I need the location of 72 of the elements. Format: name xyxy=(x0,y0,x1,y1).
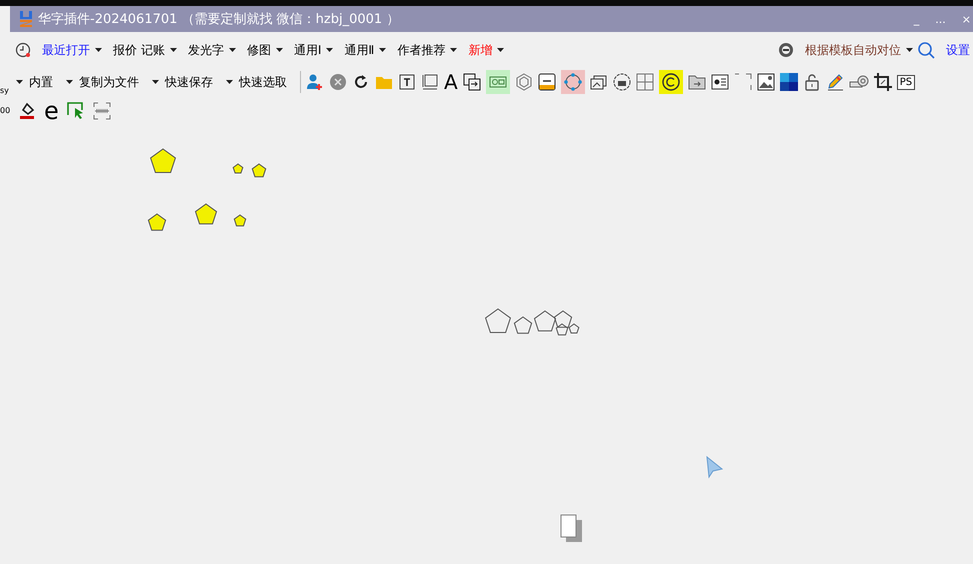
toolbar-dropdown[interactable]: 内置 xyxy=(28,74,61,90)
photoshop-button[interactable]: PS xyxy=(896,74,916,90)
caret-icon[interactable] xyxy=(152,80,159,84)
menu-dropdown[interactable]: 通用Ⅰ xyxy=(286,42,322,58)
copy-arrow-icon[interactable] xyxy=(462,73,481,91)
search-icon[interactable] xyxy=(917,41,935,59)
pentagon-shape xyxy=(234,214,246,226)
close-icon[interactable] xyxy=(329,73,347,91)
frame-toggle-icon[interactable] xyxy=(486,70,510,94)
app-logo-icon xyxy=(20,11,32,27)
browser-button[interactable]: e xyxy=(44,100,59,122)
font-tool[interactable]: A xyxy=(444,72,458,92)
menu-dropdown[interactable]: 报价 记账 xyxy=(106,42,166,58)
fill-color-icon[interactable] xyxy=(18,102,36,120)
pentagon-shape xyxy=(232,163,244,174)
hexagon-icon[interactable] xyxy=(514,73,533,91)
pentagon-outline xyxy=(485,308,511,333)
corner-marks-icon[interactable] xyxy=(734,73,752,91)
menu-dropdown[interactable]: 发光字 xyxy=(180,42,225,58)
pentagon-shape xyxy=(148,213,166,231)
bar-box-icon[interactable] xyxy=(538,73,556,91)
crop-icon[interactable] xyxy=(874,73,892,91)
grid-icon[interactable] xyxy=(636,73,654,91)
caret-icon[interactable] xyxy=(226,80,233,84)
copyright-icon[interactable] xyxy=(658,70,683,94)
refresh-icon[interactable] xyxy=(352,73,370,91)
text-box-icon[interactable] xyxy=(398,73,416,91)
image-icon[interactable] xyxy=(756,73,775,91)
pentagon-outline xyxy=(514,316,532,334)
pentagon-shape xyxy=(252,163,266,178)
caret-icon[interactable] xyxy=(228,48,236,52)
menu-dropdown[interactable]: 根据模板自动对位 xyxy=(798,42,902,58)
menu-dropdown[interactable]: 新增 xyxy=(461,42,494,58)
caret-icon[interactable] xyxy=(16,80,23,84)
caret-icon[interactable] xyxy=(906,48,913,52)
cut-off-label: 00 xyxy=(0,106,12,116)
barcode-frame-icon[interactable] xyxy=(92,102,111,120)
unlock-icon[interactable] xyxy=(802,73,821,91)
caret-icon[interactable] xyxy=(326,48,334,52)
pages-icon xyxy=(560,514,582,542)
tiles-icon[interactable] xyxy=(780,73,798,91)
cut-off-label: sy xyxy=(0,86,10,96)
caret-icon[interactable] xyxy=(450,48,458,52)
caret-icon[interactable] xyxy=(497,48,504,52)
menu-dropdown[interactable]: 作者推荐 xyxy=(390,42,446,58)
caret-icon[interactable] xyxy=(276,48,283,52)
caret-icon[interactable] xyxy=(379,48,386,52)
toolbar-dropdown[interactable]: 快速选取 xyxy=(238,74,295,90)
circle-nodes-icon[interactable] xyxy=(560,70,585,94)
pentagon-shape xyxy=(194,203,218,224)
caret-icon[interactable] xyxy=(66,80,73,84)
cursor-icon xyxy=(706,456,724,478)
id-card-icon[interactable] xyxy=(710,73,729,91)
target-icon xyxy=(778,42,794,58)
caret-icon[interactable] xyxy=(170,48,177,52)
menu-dropdown[interactable]: 修图 xyxy=(240,42,272,58)
menu-dropdown[interactable]: 通用Ⅱ xyxy=(337,42,376,58)
settings-link[interactable]: 设置 xyxy=(939,42,971,58)
folder-arrow-icon[interactable] xyxy=(688,73,706,91)
photos-icon[interactable] xyxy=(590,73,608,91)
window-title: 华字插件-2024061701 （需要定制就找 微信：hzbj_0001 ） xyxy=(38,11,400,28)
add-user-icon[interactable] xyxy=(306,73,324,91)
pentagon-shape xyxy=(150,148,176,173)
select-cursor-icon[interactable] xyxy=(66,102,85,120)
clock-icon xyxy=(15,42,31,58)
caret-icon[interactable] xyxy=(95,48,102,52)
menu-dropdown[interactable]: 最近打开 xyxy=(35,42,91,58)
circle-badge-icon[interactable] xyxy=(612,73,631,91)
pencil-icon[interactable] xyxy=(826,73,844,91)
toolbar-dropdown[interactable]: 复制为文件 xyxy=(78,74,147,90)
toolbar-dropdown[interactable]: 快速保存 xyxy=(164,74,221,90)
frame-icon[interactable] xyxy=(421,73,439,91)
